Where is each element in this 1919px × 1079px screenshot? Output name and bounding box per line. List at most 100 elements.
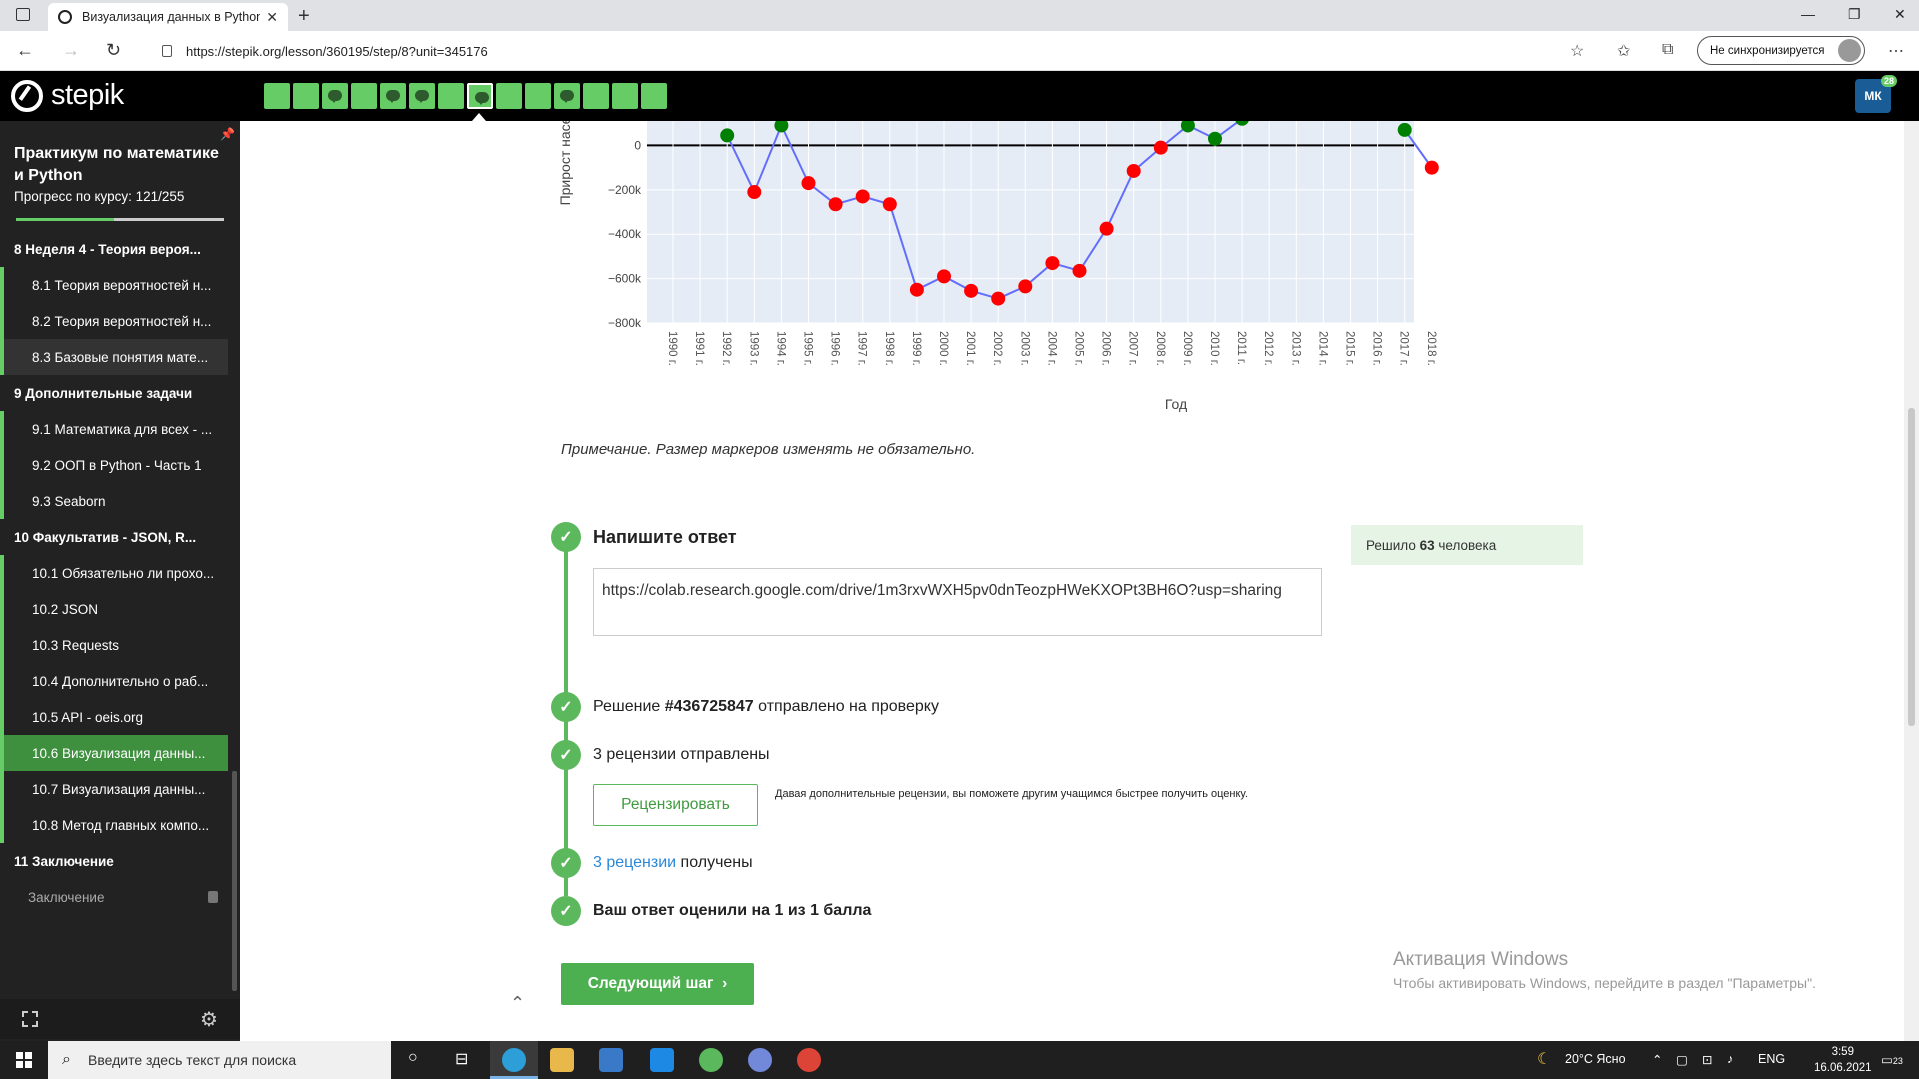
sidebar-lesson[interactable]: 9.3 Seaborn	[0, 483, 228, 519]
sidebar-scrollbar[interactable]	[232, 771, 237, 991]
store-icon[interactable]	[599, 1048, 623, 1072]
fullscreen-icon[interactable]	[22, 1011, 38, 1027]
more-menu-icon[interactable]: ⋯	[1888, 41, 1904, 61]
sidebar-lesson[interactable]: 9.2 ООП в Python - Часть 1	[0, 447, 228, 483]
lesson-step-4[interactable]	[351, 83, 377, 109]
x-tick-label: 1994 г.	[774, 331, 786, 366]
network-icon[interactable]: ⊡	[1702, 1052, 1712, 1067]
profile-sync-button[interactable]: Не синхронизируется	[1697, 36, 1865, 65]
stepik-logo[interactable]: stepik	[11, 79, 124, 112]
taskbar-clock[interactable]: 3:59 16.06.2021	[1814, 1044, 1872, 1076]
x-tick-label: 2015 г.	[1344, 331, 1356, 366]
x-tick-label: 2013 г.	[1289, 331, 1301, 366]
stepik-favicon-icon	[58, 10, 72, 24]
answer-textarea[interactable]: https://colab.research.google.com/drive/…	[593, 568, 1322, 636]
user-avatar[interactable]: МК 28	[1855, 75, 1897, 113]
search-icon: ⌕	[62, 1051, 71, 1068]
sidebar-lesson[interactable]: 10.7 Визуализация данны...	[0, 771, 228, 807]
close-tab-icon[interactable]: ✕	[266, 9, 278, 26]
sidebar-module[interactable]: 8 Неделя 4 - Теория вероя...	[0, 231, 228, 267]
browser-tab[interactable]: Визуализация данных в Python ✕	[48, 3, 288, 31]
sidebar-item-label: 9.1 Математика для всех - ...	[32, 421, 213, 437]
sidebar-lesson[interactable]: Заключение	[0, 879, 228, 915]
mail-icon[interactable]	[650, 1048, 674, 1072]
sidebar-lesson[interactable]: 10.8 Метод главных компо...	[0, 807, 228, 843]
forward-icon[interactable]: →	[62, 40, 80, 61]
url-field[interactable]: https://stepik.org/lesson/360195/step/8?…	[148, 37, 1598, 65]
course-title[interactable]: Практикум по математике и Python	[14, 143, 224, 187]
page-scrollbar[interactable]	[1904, 121, 1919, 1041]
lesson-step-5[interactable]	[380, 83, 406, 109]
discord-icon[interactable]	[748, 1048, 772, 1072]
sidebar-lesson[interactable]: 10.4 Дополнительно о раб...	[0, 663, 228, 699]
sidebar-lesson[interactable]: 9.1 Математика для всех - ...	[0, 411, 228, 447]
sidebar-lesson[interactable]: 10.1 Обязательно ли прохо...	[0, 555, 228, 591]
file-explorer-icon[interactable]	[550, 1048, 574, 1072]
sidebar-lesson[interactable]: 10.5 API - oeis.org	[0, 699, 228, 735]
lesson-step-12[interactable]	[583, 83, 609, 109]
back-icon[interactable]: ←	[16, 40, 34, 61]
lesson-step-7[interactable]	[438, 83, 464, 109]
favorites-icon[interactable]: ✩	[1617, 41, 1630, 61]
windows-start-icon[interactable]	[16, 1052, 32, 1068]
sidebar-footer: ⚙	[0, 999, 240, 1039]
sidebar-item-label: 10.4 Дополнительно о раб...	[32, 673, 209, 689]
close-window-icon[interactable]: ✕	[1894, 6, 1906, 23]
data-point	[1208, 131, 1222, 146]
lesson-step-11[interactable]	[554, 83, 580, 109]
tab-actions-icon[interactable]	[16, 8, 30, 21]
sidebar-lesson[interactable]: 8.2 Теория вероятностей н...	[0, 303, 228, 339]
lesson-step-8[interactable]	[467, 83, 493, 109]
reload-icon[interactable]: ↻	[106, 40, 121, 61]
chevron-up-icon[interactable]: ⌃	[510, 993, 525, 1014]
lesson-step-3[interactable]	[322, 83, 348, 109]
sidebar-lesson[interactable]: 10.6 Визуализация данны...	[0, 735, 228, 771]
lesson-step-6[interactable]	[409, 83, 435, 109]
cortana-icon[interactable]: ○	[408, 1049, 418, 1067]
taskbar-edge-active[interactable]	[490, 1041, 538, 1079]
sidebar-module[interactable]: 11 Заключение	[0, 843, 228, 879]
lesson-step-14[interactable]	[641, 83, 667, 109]
page-scrollbar-thumb[interactable]	[1908, 408, 1915, 726]
weather-moon-icon: ☾	[1537, 1051, 1552, 1068]
plot-background	[647, 121, 1414, 323]
notification-count: 23	[1892, 1056, 1903, 1066]
volume-icon[interactable]: ♪	[1727, 1052, 1733, 1066]
solved-count: 63	[1419, 537, 1435, 553]
lesson-step-10[interactable]	[525, 83, 551, 109]
notifications-icon[interactable]: ▭23	[1881, 1052, 1903, 1067]
collections-icon[interactable]: ⧉	[1662, 41, 1673, 59]
tray-apps-icon[interactable]: ▢	[1676, 1052, 1688, 1067]
sidebar-item-label: 8.1 Теория вероятностей н...	[32, 277, 212, 293]
comment-bubble-icon	[386, 90, 400, 103]
review-button[interactable]: Рецензировать	[593, 784, 758, 826]
lesson-step-2[interactable]	[293, 83, 319, 109]
sidebar-lesson[interactable]: 10.2 JSON	[0, 591, 228, 627]
gear-icon[interactable]: ⚙	[200, 1007, 218, 1032]
chrome-icon[interactable]	[797, 1048, 821, 1072]
tray-chevron-icon[interactable]: ⌃	[1652, 1052, 1662, 1067]
lesson-step-1[interactable]	[264, 83, 290, 109]
comment-bubble-icon	[475, 92, 489, 105]
sidebar-lesson[interactable]: 10.3 Requests	[0, 627, 228, 663]
taskbar-search[interactable]: ⌕ Введите здесь текст для поиска	[48, 1041, 391, 1079]
utorrent-icon[interactable]	[699, 1048, 723, 1072]
reviews-received-link[interactable]: 3 рецензии	[593, 854, 676, 871]
sidebar-lesson[interactable]: 8.3 Базовые понятия мате...	[0, 339, 228, 375]
add-favorite-icon[interactable]: ☆	[1570, 41, 1584, 61]
lesson-step-13[interactable]	[612, 83, 638, 109]
minimize-icon[interactable]: —	[1801, 6, 1815, 22]
sidebar-item-label: 10.8 Метод главных компо...	[32, 817, 210, 833]
pin-icon[interactable]: 📌	[220, 127, 235, 141]
sidebar-lesson[interactable]: 8.1 Теория вероятностей н...	[0, 267, 228, 303]
next-step-button[interactable]: Следующий шаг ›	[561, 963, 754, 1005]
submission-suffix: отправлено на проверку	[753, 698, 939, 715]
sidebar-module[interactable]: 9 Дополнительные задачи	[0, 375, 228, 411]
weather-text[interactable]: 20°C Ясно	[1565, 1052, 1626, 1066]
sidebar-module[interactable]: 10 Факультатив - JSON, R...	[0, 519, 228, 555]
task-view-icon[interactable]: ⊟	[455, 1049, 468, 1069]
lesson-step-9[interactable]	[496, 83, 522, 109]
restore-icon[interactable]: ❐	[1848, 6, 1861, 23]
language-indicator[interactable]: ENG	[1758, 1052, 1785, 1066]
new-tab-icon[interactable]: +	[298, 5, 310, 28]
